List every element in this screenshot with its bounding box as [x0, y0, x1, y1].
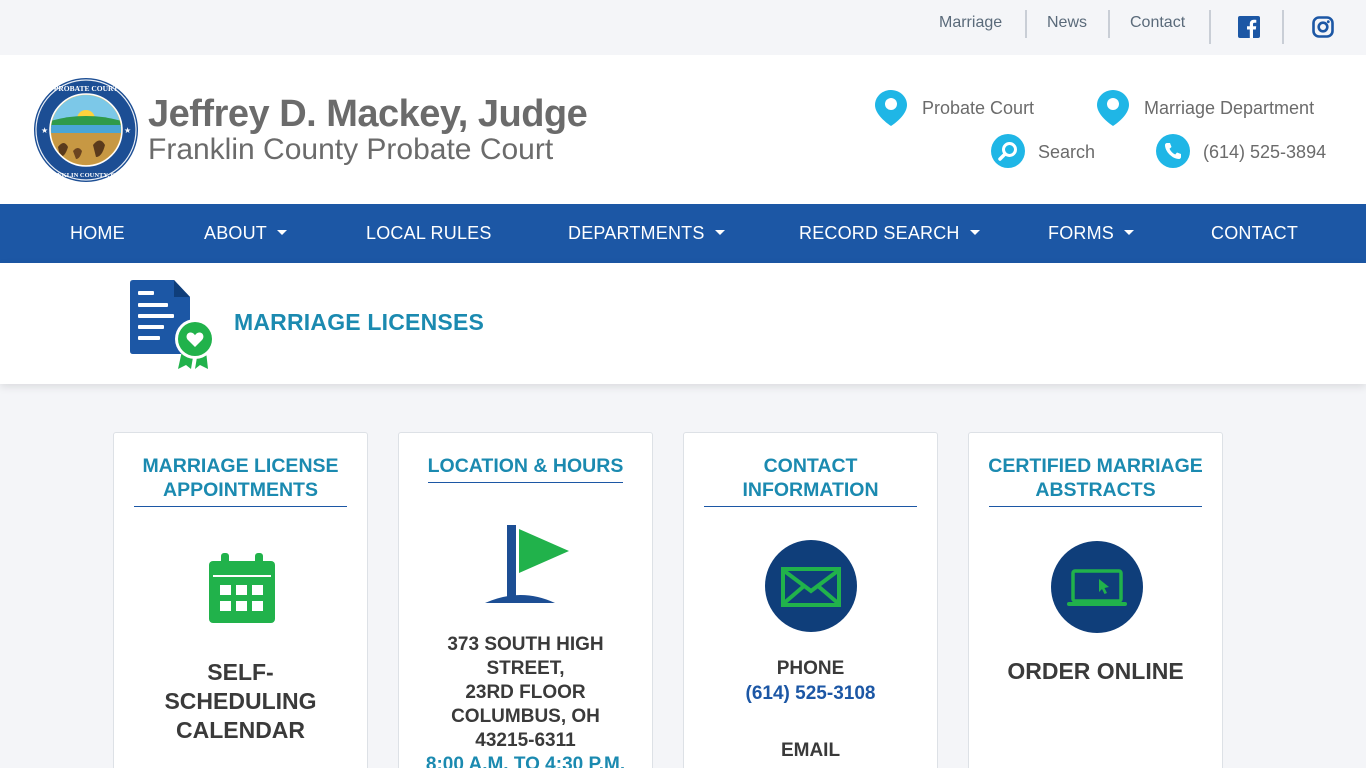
judge-name: Jeffrey D. Mackey, Judge [148, 93, 588, 135]
address-line: 23RD FLOOR [465, 682, 586, 703]
card-body-line: CALENDAR [175, 717, 306, 743]
page-title-band: MARRIAGE LICENSES [0, 263, 1366, 384]
card-title-line: CERTIFIED MARRIAGE [988, 455, 1203, 477]
main-nav: HOME ABOUT LOCAL RULES DEPARTMENTS RECOR… [0, 204, 1366, 263]
contact-details: PHONE (614) 525-3108 EMAIL [684, 656, 937, 763]
address-line: 43215-6311 [475, 730, 576, 751]
flag-icon [483, 523, 573, 610]
phone-label: PHONE [776, 658, 845, 679]
caret-down-icon [714, 230, 725, 235]
address: 373 SOUTH HIGH STREET, 23RD FLOOR COLUMB… [399, 633, 652, 768]
card-body-line: SCHEDULING [164, 688, 317, 714]
phone-link[interactable]: (614) 525-3894 [1203, 142, 1326, 163]
card-title-rule [989, 506, 1202, 507]
card-title-line: ABSTRACTS [1035, 479, 1156, 501]
card-title-rule [704, 506, 917, 507]
card-contact-information: CONTACT INFORMATION PHONE (614) 525-3108… [683, 432, 938, 768]
certificate-document-icon [128, 279, 216, 374]
order-online-link[interactable]: ORDER ONLINE [969, 657, 1222, 686]
utility-link-contact[interactable]: Contact [1130, 14, 1185, 32]
phone-icon[interactable] [1156, 134, 1190, 173]
facebook-icon[interactable] [1238, 16, 1260, 38]
nav-contact[interactable]: CONTACT [1211, 223, 1298, 244]
court-seal-logo[interactable]: PROBATE COURT FRANKLIN COUNTY, OHIO ★ ★ [33, 77, 139, 183]
svg-text:★: ★ [124, 126, 131, 135]
envelope-icon [764, 539, 858, 638]
page-title: MARRIAGE LICENSES [234, 309, 485, 335]
court-name: Franklin County Probate Court [148, 133, 554, 166]
nav-label: HOME [70, 223, 125, 243]
card-title-rule [134, 506, 347, 507]
card-body-line: SELF- [207, 659, 274, 685]
nav-departments[interactable]: DEPARTMENTS [568, 223, 725, 244]
caret-down-icon [969, 230, 980, 235]
nav-label: RECORD SEARCH [799, 223, 960, 243]
card-title-rule [428, 482, 623, 483]
nav-about[interactable]: ABOUT [204, 223, 288, 244]
card-title: CERTIFIED MARRIAGE ABSTRACTS [969, 454, 1222, 502]
caret-down-icon [1124, 230, 1134, 235]
nav-label: DEPARTMENTS [568, 223, 705, 243]
utility-divider [1282, 10, 1284, 44]
nav-label: LOCAL RULES [366, 223, 492, 243]
card-title-line: CONTACT [763, 455, 858, 477]
utility-divider [1108, 10, 1110, 38]
address-line: COLUMBUS, OH [451, 706, 600, 727]
card-title-line: INFORMATION [742, 479, 879, 501]
nav-home[interactable]: HOME [70, 223, 125, 244]
utility-divider [1025, 10, 1027, 38]
utility-divider [1209, 10, 1211, 44]
address-line: 373 SOUTH HIGH [447, 634, 604, 655]
card-title: LOCATION & HOURS [399, 454, 652, 478]
probate-court-link[interactable]: Probate Court [922, 98, 1034, 119]
laptop-icon [1051, 541, 1143, 638]
seal-text-bottom: FRANKLIN COUNTY, OHIO [44, 172, 129, 179]
email-label: EMAIL [780, 740, 841, 761]
nav-label: ABOUT [204, 223, 268, 243]
card-title-text: MARRIAGE LICENSE APPOINTMENTS [142, 455, 339, 501]
nav-forms[interactable]: FORMS [1048, 223, 1134, 244]
nav-label: CONTACT [1211, 223, 1299, 243]
seal-text-top: PROBATE COURT [54, 84, 118, 93]
card-certified-abstracts[interactable]: CERTIFIED MARRIAGE ABSTRACTS ORDER ONLIN… [968, 432, 1223, 768]
calendar-icon [209, 553, 275, 628]
nav-record-search[interactable]: RECORD SEARCH [799, 223, 980, 244]
search-icon[interactable] [991, 134, 1025, 173]
instagram-icon[interactable] [1312, 16, 1334, 38]
map-pin-icon[interactable] [873, 89, 909, 132]
nav-label: FORMS [1048, 223, 1114, 243]
card-title: CONTACT INFORMATION [684, 454, 937, 502]
map-pin-icon[interactable] [1095, 89, 1131, 132]
svg-text:★: ★ [41, 126, 48, 135]
marriage-department-link[interactable]: Marriage Department [1144, 98, 1314, 119]
card-title: MARRIAGE LICENSE APPOINTMENTS [114, 454, 367, 502]
address-line: STREET, [486, 658, 565, 679]
office-hours: 8:00 A.M. TO 4:30 P.M. [425, 754, 626, 768]
contact-phone-link[interactable]: (614) 525-3108 [684, 681, 937, 706]
utility-link-news[interactable]: News [1047, 14, 1087, 32]
nav-local-rules[interactable]: LOCAL RULES [366, 223, 492, 244]
caret-down-icon [277, 230, 288, 235]
utility-link-marriage[interactable]: Marriage [939, 14, 1002, 32]
self-scheduling-calendar-link[interactable]: SELF- SCHEDULING CALENDAR [114, 658, 367, 745]
utility-bar: Marriage News Contact [0, 0, 1366, 55]
card-marriage-appointments[interactable]: MARRIAGE LICENSE APPOINTMENTS SELF- SCHE… [113, 432, 368, 768]
site-header: PROBATE COURT FRANKLIN COUNTY, OHIO ★ ★ … [0, 55, 1366, 204]
search-link[interactable]: Search [1038, 142, 1095, 163]
card-title-text: LOCATION & HOURS [427, 455, 624, 477]
card-location-hours: LOCATION & HOURS 373 SOUTH HIGH STREET, … [398, 432, 653, 768]
